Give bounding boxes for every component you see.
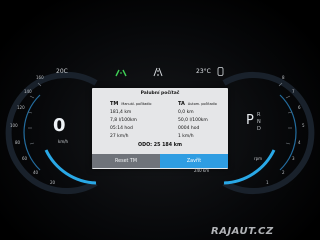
trip-consumption: 7,8 l/100km <box>110 118 137 123</box>
range-readout: 240 km <box>194 168 210 173</box>
gear-option: R <box>257 112 261 118</box>
trip-avg-speed: 27 km/h <box>110 134 129 139</box>
trip-header: TA Autom. počítadlo <box>178 101 238 107</box>
dialog-title: Palubní počítač <box>140 91 180 96</box>
trip-label: Autom. počítadlo <box>187 102 217 106</box>
rpm-unit: rpm <box>254 156 263 161</box>
gear-option: N <box>257 119 261 125</box>
rpm-tick-label: 1 <box>266 180 269 185</box>
rpm-tick-label: 8 <box>282 75 285 80</box>
instrument-cluster: 20C 23°C 160 140 120 100 80 60 40 20 8 7… <box>0 0 320 240</box>
trip-avg-speed: 1 km/h <box>178 134 194 139</box>
speed-tick-label: 60 <box>22 156 28 161</box>
trip-code: TM <box>110 101 119 107</box>
trip-consumption: 50,0 l/100km <box>178 118 208 123</box>
door-status-icon <box>217 67 224 76</box>
rpm-tick-label: 5 <box>302 123 305 128</box>
rpm-tick-label: 2 <box>282 170 285 175</box>
road-icon <box>153 67 163 77</box>
top-status-bar: 20C 23°C <box>0 67 320 80</box>
rpm-tick-label: 4 <box>298 140 301 145</box>
reset-tm-button[interactable]: Reset TM <box>92 154 160 168</box>
speed-tick-label: 40 <box>33 170 39 175</box>
lane-assist-icon <box>115 69 127 77</box>
trip-distance: 181,4 km <box>110 110 132 115</box>
gear-option: D <box>257 126 261 132</box>
close-button[interactable]: Zavřít <box>160 154 228 168</box>
gear-selector-list: R N D <box>257 112 262 133</box>
trip-computer-dialog: Palubní počítač TM Manuál. počítadlo 181,… <box>92 88 228 169</box>
odometer: ODO: 25 184 km <box>138 143 182 148</box>
gear-indicator: P <box>246 113 254 128</box>
rpm-tick-label: 6 <box>298 105 301 110</box>
speed-tick-label: 80 <box>15 140 21 145</box>
speed-unit: km/h <box>58 139 69 144</box>
trip-time: 0004 hod <box>178 126 200 131</box>
trip-code: TA <box>178 101 185 107</box>
speed-readout: 0 <box>53 115 66 136</box>
speed-tick-label: 140 <box>24 89 32 94</box>
trip-distance: 0,0 km <box>178 110 194 115</box>
speed-tick-label: 20 <box>50 180 56 185</box>
trip-time: 05:14 hod <box>110 126 133 131</box>
cabin-temperature: 23°C <box>196 68 211 75</box>
rpm-tick-label: 3 <box>292 156 295 161</box>
watermark-logo: RAJAUT.CZ <box>211 226 274 237</box>
trip-column-manual: TM Manuál. počítadlo 181,4 km 7,8 l/100km… <box>110 101 170 139</box>
speed-tick-label: 120 <box>17 105 25 110</box>
speed-tick-label: 100 <box>10 123 18 128</box>
speed-tick-label: 160 <box>36 75 44 80</box>
outside-temperature: 20C <box>56 68 68 75</box>
trip-column-auto: TA Autom. počítadlo 0,0 km 50,0 l/100km 0… <box>178 101 238 139</box>
trip-label: Manuál. počítadlo <box>121 102 152 106</box>
rpm-tick-label: 7 <box>292 89 295 94</box>
trip-header: TM Manuál. počítadlo <box>110 101 170 107</box>
